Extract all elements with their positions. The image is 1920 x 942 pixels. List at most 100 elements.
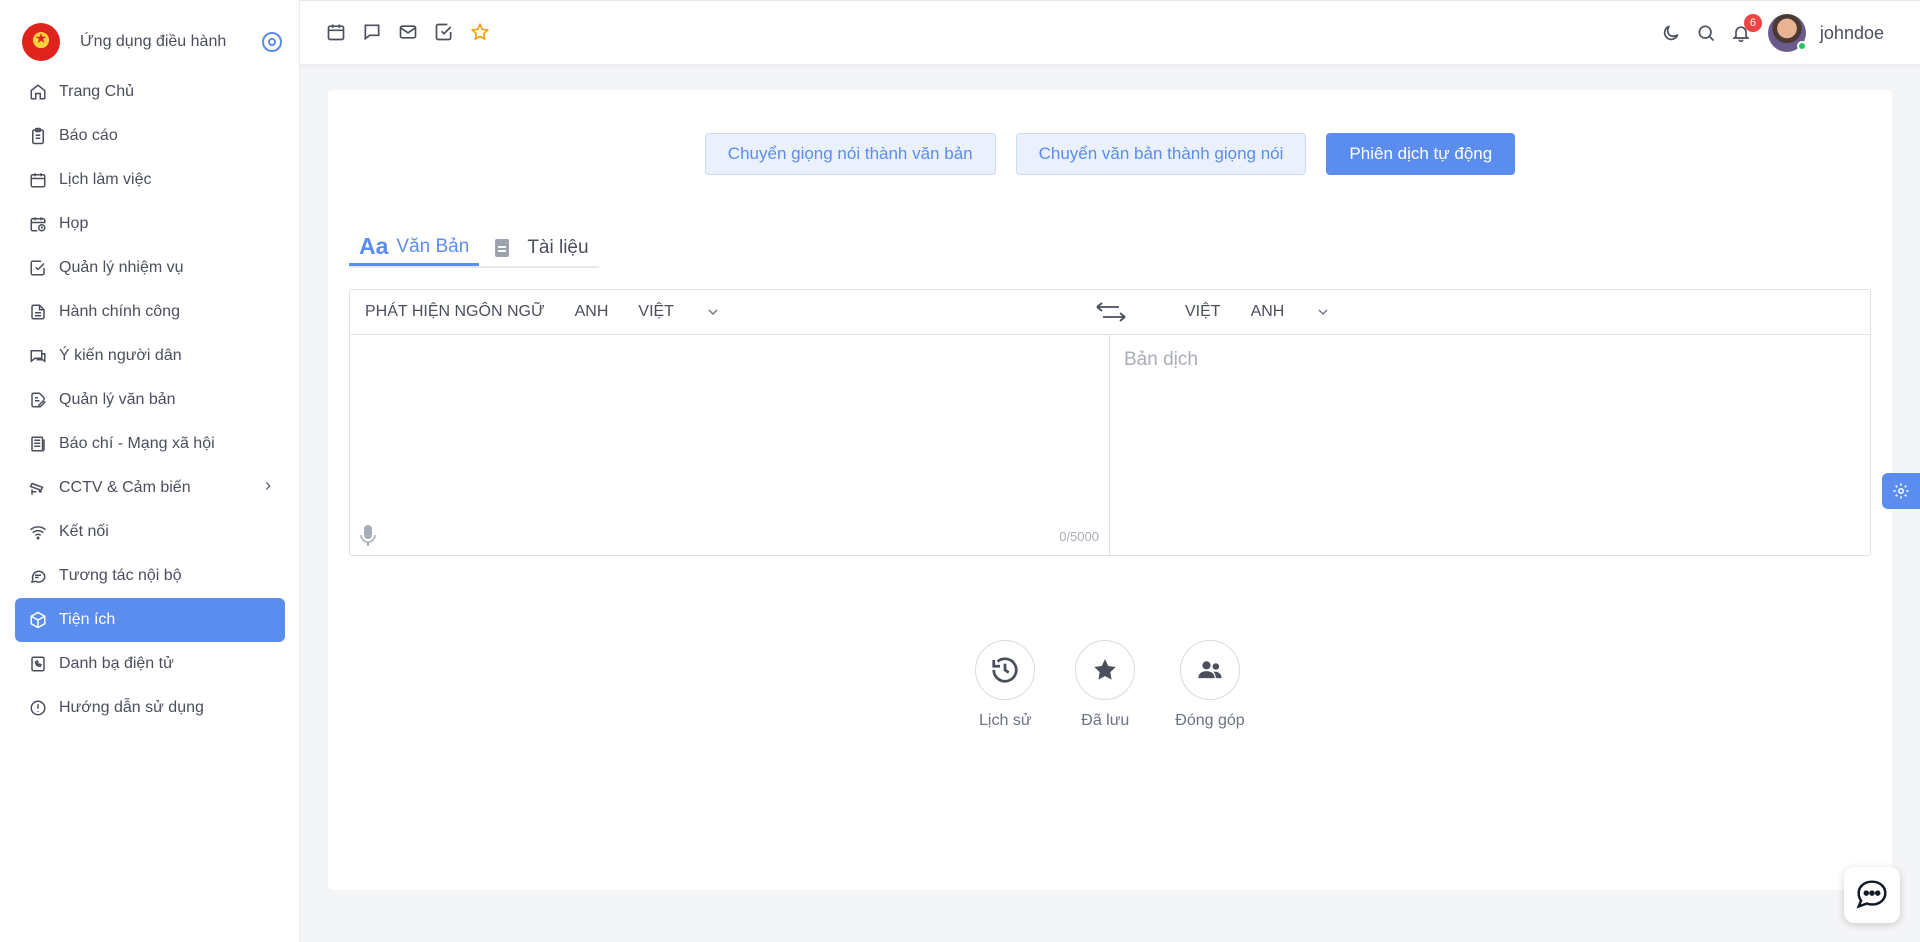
source-text-input[interactable]	[350, 335, 1109, 555]
chat-support-icon[interactable]	[1844, 867, 1900, 923]
chat-icon[interactable]	[361, 21, 383, 43]
sidebar-item-trang-chu[interactable]: Trang Chủ	[15, 70, 285, 114]
sidebar-item-tien-ich[interactable]: Tiện ích	[15, 598, 285, 642]
history-label: Lịch sử	[979, 712, 1032, 729]
sidebar-item-label: Báo cáo	[59, 127, 118, 144]
saved-button[interactable]: Đã lưu	[1075, 640, 1136, 730]
target-lang-vietnamese[interactable]: VIỆT	[1185, 303, 1221, 321]
sidebar-item-label: Quản lý nhiệm vụ	[59, 259, 184, 276]
source-language-list: PHÁT HIỆN NGÔN NGỮ ANH VIỆT	[365, 290, 722, 334]
sidebar-item-ket-noi[interactable]: Kết nối	[15, 510, 285, 554]
messages-icon	[29, 567, 47, 585]
text-icon: Aa	[359, 233, 389, 259]
online-status-icon	[1796, 41, 1807, 51]
cctv-icon	[29, 479, 47, 497]
app-title: Ứng dụng điều hành	[80, 33, 227, 50]
sidebar-item-label: Tương tác nội bộ	[59, 567, 182, 584]
avatar[interactable]	[1767, 14, 1807, 52]
sidebar-item-label: Lịch làm việc	[59, 171, 152, 188]
sidebar-item-danh-ba[interactable]: Danh bạ điện tử	[15, 642, 285, 686]
target-lang-english[interactable]: ANH	[1251, 303, 1285, 321]
sidebar-item-lich-lam-viec[interactable]: Lịch làm việc	[15, 158, 285, 202]
sidebar-item-bao-cao[interactable]: Báo cáo	[15, 114, 285, 158]
sidebar-item-hanh-chinh-cong[interactable]: Hành chính công	[15, 290, 285, 334]
translate-tabs: Aa Văn Bản Tài liệu	[349, 230, 599, 268]
sidebar-item-quan-ly-van-ban[interactable]: Quản lý văn bản	[15, 378, 285, 422]
phonebook-icon	[29, 655, 47, 673]
username[interactable]: johndoe	[1820, 23, 1884, 44]
history-icon	[975, 640, 1036, 700]
contribute-button[interactable]: Đóng góp	[1175, 640, 1245, 730]
tab-document-label: Tài liệu	[527, 237, 589, 258]
swap-languages-icon[interactable]	[1095, 301, 1127, 323]
national-emblem-icon	[22, 23, 60, 61]
cube-icon	[29, 611, 47, 629]
microphone-icon[interactable]	[360, 525, 376, 547]
moon-icon[interactable]	[1660, 22, 1682, 44]
contribute-label: Đóng góp	[1175, 712, 1245, 729]
sidebar-item-label: Họp	[59, 215, 89, 232]
sidebar: Ứng dụng điều hành Trang Chủ Báo cáo Lịc…	[0, 0, 300, 942]
bell-icon[interactable]: 6	[1730, 14, 1762, 44]
sidebar-item-y-kien-nguoi-dan[interactable]: Ý kiến người dân	[15, 334, 285, 378]
chevron-down-icon[interactable]	[704, 303, 722, 321]
wifi-icon	[29, 523, 47, 541]
sidebar-item-label: Trang Chủ	[59, 83, 134, 100]
bottom-actions: Lịch sử Đã lưu Đóng góp	[328, 640, 1892, 730]
sidebar-item-quan-ly-nhiem-vu[interactable]: Quản lý nhiệm vụ	[15, 246, 285, 290]
source-lang-english[interactable]: ANH	[575, 303, 609, 321]
checkbox-icon[interactable]	[433, 21, 455, 43]
text-to-speech-button[interactable]: Chuyển văn bản thành giọng nói	[1015, 133, 1307, 175]
sidebar-item-label: Quản lý văn bản	[59, 391, 176, 408]
sidebar-item-huong-dan[interactable]: Hướng dẫn sử dụng	[15, 686, 285, 730]
mail-icon[interactable]	[397, 21, 419, 43]
language-bar: PHÁT HIỆN NGÔN NGỮ ANH VIỆT VIỆT ANH	[350, 290, 1870, 335]
chevron-right-icon	[261, 479, 275, 498]
calendar-clock-icon	[29, 215, 47, 233]
sidebar-item-label: Ý kiến người dân	[59, 347, 182, 364]
brand: Ứng dụng điều hành	[22, 22, 282, 62]
settings-gear-icon[interactable]	[1882, 473, 1920, 509]
header-tools: 6 johndoe	[1647, 13, 1884, 53]
auto-translate-button[interactable]: Phiên dịch tự động	[1326, 133, 1516, 175]
tab-document[interactable]: Tài liệu	[479, 230, 598, 266]
target-pane: Bản dịch	[1110, 335, 1870, 555]
notification-badge: 6	[1743, 14, 1762, 32]
document-icon	[29, 303, 47, 321]
star-icon	[1075, 640, 1136, 700]
source-pane: 0/5000	[350, 335, 1110, 555]
search-icon[interactable]	[1695, 22, 1717, 44]
source-lang-vietnamese[interactable]: VIỆT	[638, 303, 674, 321]
home-icon	[29, 83, 47, 101]
sidebar-item-label: Tiện ích	[59, 611, 116, 628]
document-icon	[495, 239, 510, 257]
source-lang-detect[interactable]: PHÁT HIỆN NGÔN NGỮ	[365, 303, 545, 321]
history-button[interactable]: Lịch sử	[975, 640, 1036, 730]
sidebar-nav: Trang Chủ Báo cáo Lịch làm việc Họp Quản…	[15, 70, 285, 730]
sidebar-toggle-icon[interactable]	[262, 32, 282, 52]
sidebar-item-cctv[interactable]: CCTV & Cảm biến	[15, 466, 285, 510]
saved-label: Đã lưu	[1081, 712, 1130, 729]
topbar: 6 johndoe	[300, 0, 1920, 64]
clipboard-icon	[29, 127, 47, 145]
sidebar-item-label: CCTV & Cảm biến	[59, 479, 191, 496]
star-icon[interactable]	[469, 21, 491, 43]
sidebar-item-label: Báo chí - Mạng xã hội	[59, 435, 215, 452]
chat-icon	[29, 347, 47, 365]
translation-panes: 0/5000 Bản dịch	[350, 335, 1870, 555]
mode-buttons: Chuyển giọng nói thành văn bản Chuyển vă…	[328, 133, 1892, 175]
sidebar-item-hop[interactable]: Họp	[15, 202, 285, 246]
character-counter: 0/5000	[1059, 529, 1099, 544]
tab-text-label: Văn Bản	[396, 235, 470, 257]
speech-to-text-button[interactable]: Chuyển giọng nói thành văn bản	[704, 133, 996, 175]
info-icon	[29, 699, 47, 717]
sidebar-item-label: Hướng dẫn sử dụng	[59, 699, 204, 716]
sidebar-item-tuong-tac-noi-bo[interactable]: Tương tác nội bộ	[15, 554, 285, 598]
calendar-icon[interactable]	[325, 21, 347, 43]
tab-text[interactable]: Aa Văn Bản	[349, 230, 480, 266]
chevron-down-icon[interactable]	[1314, 303, 1332, 321]
sidebar-item-bao-chi[interactable]: Báo chí - Mạng xã hội	[15, 422, 285, 466]
users-icon	[1179, 640, 1240, 700]
translator-box: PHÁT HIỆN NGÔN NGỮ ANH VIỆT VIỆT ANH 0/5…	[349, 289, 1871, 556]
quick-links	[325, 21, 491, 43]
